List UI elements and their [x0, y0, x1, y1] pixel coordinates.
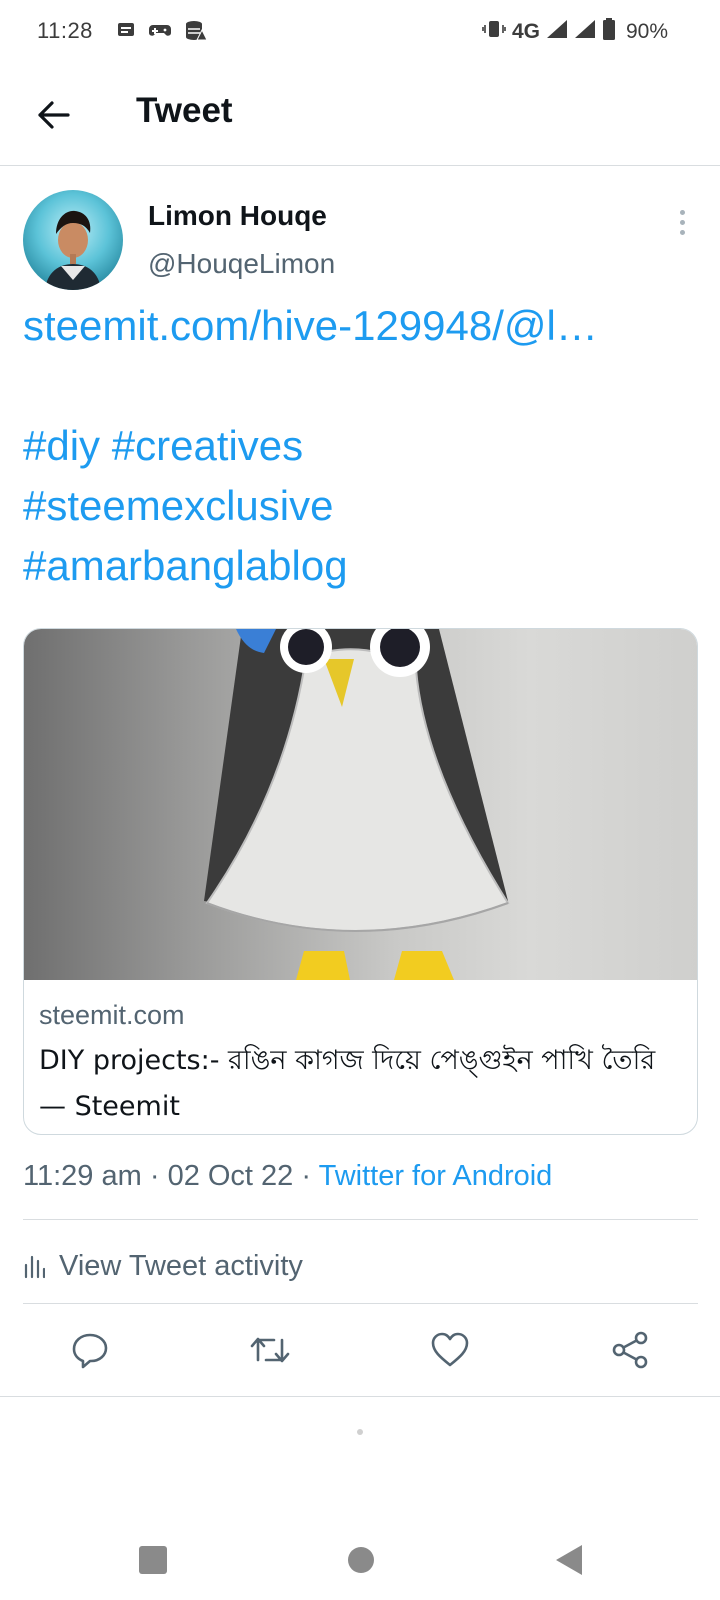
activity-label: View Tweet activity: [59, 1249, 303, 1282]
avatar[interactable]: [23, 190, 123, 290]
hashtag[interactable]: #amarbanglablog: [23, 542, 348, 589]
tweet-text: steemit.com/hive-129948/@l… #diy #creati…: [23, 296, 703, 596]
notification-icons: [116, 20, 208, 47]
game-controller-icon: [148, 20, 172, 47]
share-icon: [612, 1331, 648, 1369]
hashtag[interactable]: #creatives: [112, 422, 303, 469]
tweet-time: 11:29 am: [23, 1160, 142, 1192]
view-tweet-activity-button[interactable]: View Tweet activity: [23, 1246, 303, 1286]
home-button[interactable]: [341, 1540, 381, 1580]
app-bar: Tweet: [0, 64, 720, 166]
system-indicators: 4G 90%: [482, 18, 668, 45]
home-circle-icon: [348, 1547, 374, 1573]
signal-icon: [546, 19, 568, 44]
share-button[interactable]: [606, 1326, 654, 1374]
more-vertical-icon: [679, 209, 685, 215]
card-image: [24, 629, 697, 980]
hashtag[interactable]: #steemexclusive: [23, 482, 333, 529]
more-options-button[interactable]: [664, 200, 700, 244]
hashtag-line: #steemexclusive: [23, 476, 703, 536]
arrow-left-icon: [38, 101, 70, 129]
back-button[interactable]: [30, 92, 76, 138]
divider: [23, 1303, 698, 1304]
system-navigation-bar: [0, 1520, 720, 1600]
page-title: Tweet: [136, 91, 233, 130]
message-icon: [116, 20, 136, 47]
tweet-source[interactable]: Twitter for Android: [319, 1160, 553, 1192]
tweet-actions: [0, 1320, 720, 1380]
hashtag[interactable]: #diy: [23, 422, 100, 469]
card-domain: steemit.com: [39, 1000, 185, 1030]
scroll-indicator: [357, 1429, 363, 1435]
back-nav-button[interactable]: [549, 1540, 589, 1580]
tweet-date: 02 Oct 22: [167, 1160, 294, 1192]
card-title: DIY projects:- রঙিন কাগজ দিয়ে পেঙ্গুইন …: [39, 1045, 656, 1122]
like-button[interactable]: [426, 1326, 474, 1374]
back-triangle-icon: [556, 1545, 582, 1575]
status-time: 11:28: [37, 18, 93, 43]
status-bar: 11:28 4G 90%: [0, 0, 720, 64]
hashtag-line: #amarbanglablog: [23, 536, 703, 596]
tweet-link[interactable]: steemit.com/hive-129948/@l…: [23, 296, 703, 356]
signal-icon: [574, 19, 596, 44]
divider: [0, 1396, 720, 1397]
network-type: 4G: [511, 19, 540, 43]
meta-separator: ·: [149, 1160, 160, 1192]
bar-chart-icon: [24, 1255, 45, 1279]
reply-button[interactable]: [66, 1326, 114, 1374]
data-saver-icon: [184, 20, 208, 47]
divider: [23, 1219, 698, 1220]
reply-icon: [72, 1333, 108, 1369]
tweet-meta: 11:29 am · 02 Oct 22 · Twitter for Andro…: [23, 1160, 552, 1193]
meta-separator: ·: [301, 1160, 312, 1192]
battery-level: 90%: [625, 19, 668, 43]
battery-icon: [602, 18, 616, 45]
vibrate-icon: [482, 19, 506, 44]
retweet-button[interactable]: [246, 1326, 294, 1374]
retweet-icon: [250, 1337, 290, 1363]
author-name[interactable]: Limon Houqe: [148, 200, 327, 232]
author-handle[interactable]: @HouqeLimon: [148, 248, 335, 280]
hashtag-line: #diy #creatives: [23, 416, 703, 476]
recents-square-icon: [139, 1546, 167, 1574]
heart-icon: [431, 1332, 469, 1367]
card-meta: steemit.com DIY projects:- রঙিন কাগজ দিয…: [24, 980, 697, 1130]
recents-button[interactable]: [133, 1540, 173, 1580]
link-preview-card[interactable]: steemit.com DIY projects:- রঙিন কাগজ দিয…: [23, 628, 698, 1135]
